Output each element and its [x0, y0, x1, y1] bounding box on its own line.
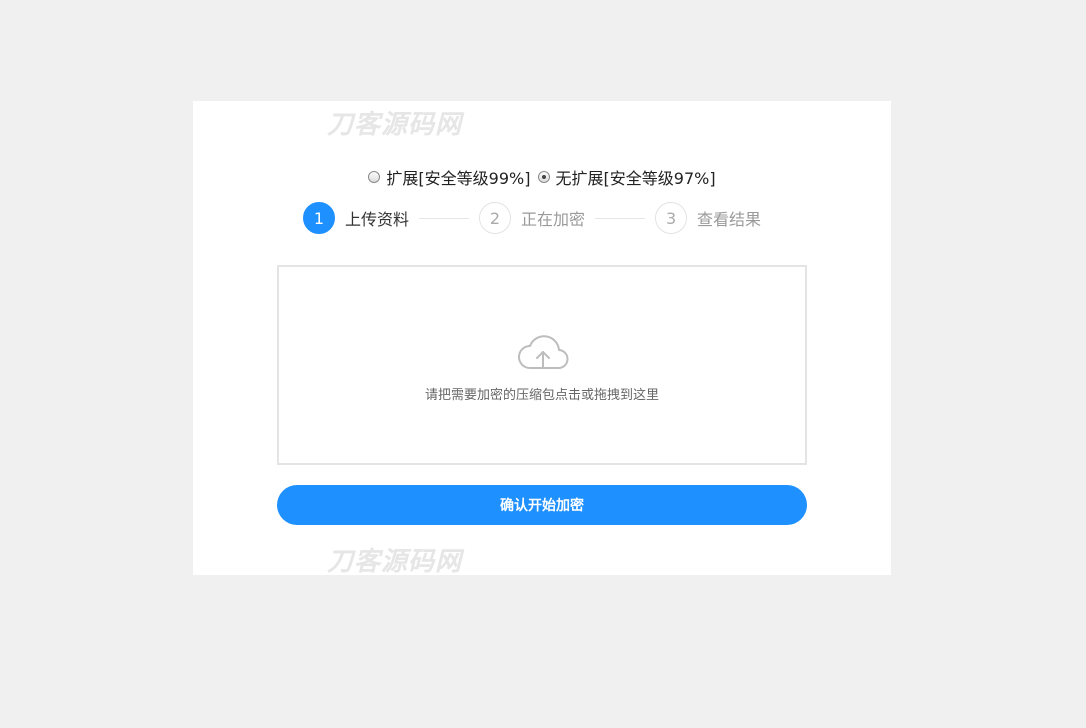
step-number: 1: [303, 202, 335, 234]
radio-extension[interactable]: [368, 171, 381, 183]
step-encrypting: 2 正在加密: [479, 202, 585, 234]
start-encrypt-button[interactable]: 确认开始加密: [277, 485, 807, 525]
step-result: 3 查看结果: [655, 202, 761, 234]
step-label: 上传资料: [345, 210, 410, 229]
radio-no-extension[interactable]: [537, 171, 550, 183]
dropzone-hint: 请把需要加密的压缩包点击或拖拽到这里: [424, 388, 659, 403]
encrypt-card: 刀客源码网 扩展[安全等级99%] 无扩展[安全等级97%] 1 上传资料 2 …: [193, 101, 891, 577]
encryption-mode-selector: 扩展[安全等级99%] 无扩展[安全等级97%]: [193, 165, 891, 189]
step-number: 3: [655, 202, 688, 234]
mode-option-no-extension-label: 无扩展[安全等级97%]: [555, 169, 716, 188]
mode-option-no-extension[interactable]: 无扩展[安全等级97%]: [537, 165, 716, 189]
mode-option-extension[interactable]: 扩展[安全等级99%]: [368, 165, 530, 189]
file-dropzone[interactable]: 请把需要加密的压缩包点击或拖拽到这里: [277, 265, 807, 465]
step-label: 查看结果: [697, 210, 762, 229]
step-label: 正在加密: [521, 210, 586, 229]
watermark-bottom: 刀客源码网: [327, 547, 463, 577]
step-connector: [595, 217, 646, 219]
step-upload: 1 上传资料: [303, 202, 409, 234]
progress-steps: 1 上传资料 2 正在加密 3 查看结果: [303, 201, 761, 235]
mode-option-extension-label: 扩展[安全等级99%]: [386, 169, 531, 188]
cloud-upload-icon: [518, 335, 569, 370]
watermark-top: 刀客源码网: [327, 110, 463, 140]
step-connector: [419, 217, 470, 219]
step-number: 2: [479, 202, 512, 234]
